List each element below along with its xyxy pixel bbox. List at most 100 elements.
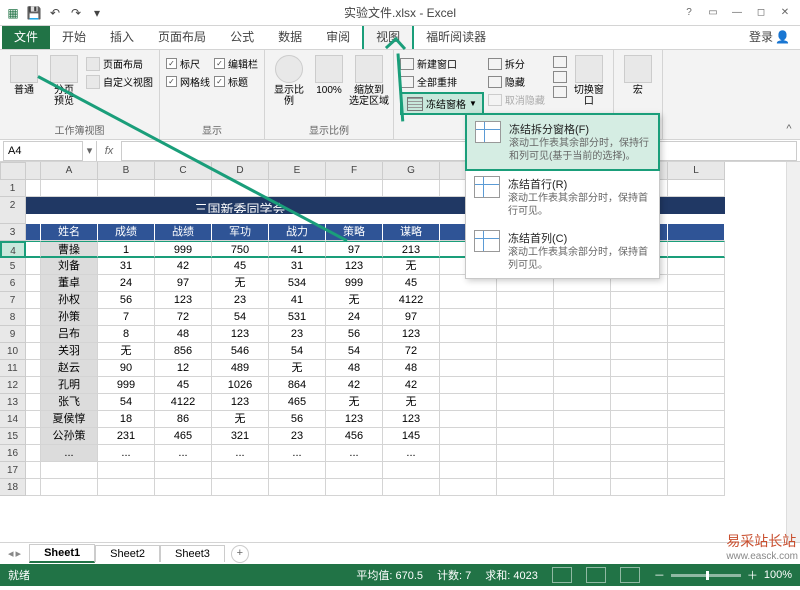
cell[interactable]: 999 [98,377,155,394]
cell[interactable]: 54 [98,394,155,411]
ribbon-options-icon[interactable]: ▭ [702,3,724,23]
cell[interactable]: 无 [326,292,383,309]
cell[interactable] [440,394,497,411]
cell[interactable] [554,343,611,360]
cell[interactable] [440,309,497,326]
cell[interactable]: 无 [269,360,326,377]
cell[interactable] [98,479,155,496]
cell[interactable] [26,377,41,394]
cell[interactable] [668,377,725,394]
row-header[interactable]: 16 [0,445,26,462]
cell[interactable] [611,292,668,309]
row-header[interactable]: 7 [0,292,26,309]
row-header[interactable]: 6 [0,275,26,292]
cell[interactable] [497,428,554,445]
cell[interactable]: 关羽 [41,343,98,360]
cell[interactable] [554,394,611,411]
tab-file[interactable]: 文件 [2,24,50,49]
cell[interactable]: 31 [269,258,326,275]
pagebreak-button[interactable]: 分页 预览 [46,53,82,121]
cell[interactable]: 8 [98,326,155,343]
view-pagelayout-icon[interactable] [586,567,606,583]
cell[interactable] [440,411,497,428]
cell[interactable]: 90 [98,360,155,377]
cell[interactable]: ... [269,445,326,462]
cell[interactable]: 864 [269,377,326,394]
row-header[interactable]: 5 [0,258,26,275]
tab-review[interactable]: 审阅 [314,24,362,49]
cell[interactable] [668,197,725,214]
cell[interactable] [440,292,497,309]
cell[interactable]: 姓名 [41,224,98,241]
cell[interactable] [269,479,326,496]
cell[interactable]: 750 [212,241,269,258]
formulabar-checkbox[interactable]: ✓编辑栏 [214,56,258,71]
cell[interactable] [497,394,554,411]
cell[interactable]: 23 [269,326,326,343]
cell[interactable] [668,275,725,292]
cell[interactable] [26,275,41,292]
cell[interactable] [554,292,611,309]
cell[interactable]: 856 [155,343,212,360]
ruler-checkbox[interactable]: ✓标尺 [166,56,210,71]
cell[interactable] [554,445,611,462]
cell[interactable] [668,360,725,377]
cell[interactable] [668,394,725,411]
redo-icon[interactable]: ↷ [67,4,85,22]
customviews-button[interactable]: 自定义视图 [86,74,153,89]
cell[interactable] [326,462,383,479]
cell[interactable]: 无 [383,258,440,275]
row-header[interactable]: 4 [0,241,26,258]
cell[interactable] [26,309,41,326]
cell[interactable] [554,326,611,343]
cell[interactable] [26,462,41,479]
cell[interactable] [554,462,611,479]
cell[interactable] [611,445,668,462]
cell[interactable]: 无 [98,343,155,360]
cell[interactable]: 无 [383,394,440,411]
cell[interactable] [26,343,41,360]
normal-view-button[interactable]: 普通 [6,53,42,121]
cell[interactable] [554,479,611,496]
cell[interactable] [26,360,41,377]
cell[interactable]: 31 [98,258,155,275]
cell[interactable]: 999 [326,275,383,292]
cell[interactable]: ... [41,445,98,462]
cell[interactable] [554,377,611,394]
spreadsheet-grid[interactable]: ABCDEFGHIJKL 123456789101112131415161718… [0,162,800,542]
sheet-tab-2[interactable]: Sheet2 [95,545,160,562]
gridlines-checkbox[interactable]: ✓网格线 [166,74,210,89]
row-header[interactable]: 9 [0,326,26,343]
cell[interactable]: 48 [326,360,383,377]
cell[interactable]: 谋略 [383,224,440,241]
close-icon[interactable]: ✕ [774,3,796,23]
tab-pagelayout[interactable]: 页面布局 [146,24,218,49]
cell[interactable]: 23 [212,292,269,309]
row-header[interactable]: 13 [0,394,26,411]
cell[interactable]: 56 [269,411,326,428]
save-icon[interactable]: 💾 [25,4,43,22]
cell[interactable] [611,377,668,394]
cell[interactable] [41,180,98,197]
fx-button[interactable]: fx [97,145,121,157]
cell[interactable] [440,428,497,445]
cell[interactable]: 无 [212,275,269,292]
select-all-corner[interactable] [0,162,26,180]
zoom100-button[interactable]: 100% [311,53,347,121]
cell[interactable] [212,479,269,496]
row-header[interactable]: 18 [0,479,26,496]
column-header[interactable]: E [269,162,326,180]
minimize-icon[interactable]: ― [726,3,748,23]
row-header[interactable]: 10 [0,343,26,360]
cell[interactable]: 54 [326,343,383,360]
cell[interactable] [26,197,41,214]
cell[interactable] [668,445,725,462]
cell[interactable]: 465 [269,394,326,411]
cell[interactable]: 145 [383,428,440,445]
cell[interactable]: 123 [383,326,440,343]
cell[interactable]: 45 [212,258,269,275]
cell[interactable] [26,479,41,496]
sheet-tab-3[interactable]: Sheet3 [160,545,225,562]
cell[interactable]: 4122 [383,292,440,309]
cell[interactable]: 无 [212,411,269,428]
